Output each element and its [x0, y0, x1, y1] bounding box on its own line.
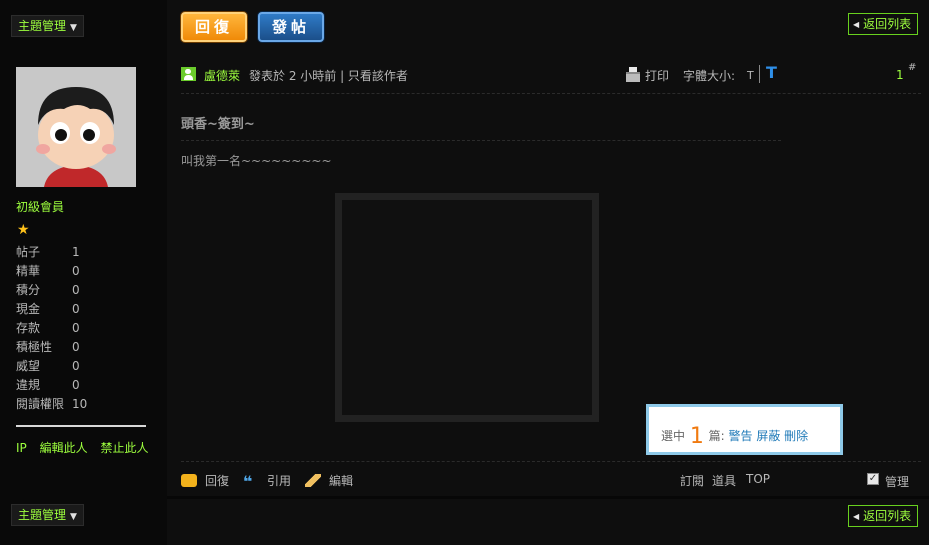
- floor-mark: #: [908, 62, 917, 73]
- star-icon: ★: [17, 222, 30, 238]
- new-post-button[interactable]: 發帖: [258, 12, 324, 42]
- back-to-list-label: 返回列表: [863, 17, 912, 31]
- selection-prefix: 選中: [661, 429, 686, 443]
- avatar-cartoon-icon: [16, 67, 136, 187]
- stat-value: 10: [72, 397, 88, 411]
- stat-value: 1: [72, 245, 80, 259]
- ip-link[interactable]: IP: [16, 441, 27, 455]
- stat-row: 存款 0: [16, 319, 146, 338]
- font-size-label: 字體大小:: [683, 69, 736, 83]
- edit-button[interactable]: 編輯: [305, 472, 353, 489]
- quote-button[interactable]: ❝ 引用: [243, 472, 292, 491]
- edit-label: 編輯: [329, 474, 354, 488]
- divider: [181, 140, 781, 141]
- post-body: 叫我第一名~~~~~~~~~: [181, 154, 332, 168]
- stat-label: 威望: [16, 359, 41, 373]
- edit-user-link[interactable]: 編輯此人: [40, 441, 88, 455]
- stat-label: 積分: [16, 283, 41, 297]
- user-icon: [181, 67, 196, 81]
- user-rank[interactable]: 初級會員: [16, 198, 64, 215]
- stat-label: 精華: [16, 264, 41, 278]
- font-large-button[interactable]: T: [766, 63, 777, 82]
- floor-number[interactable]: 1: [896, 68, 904, 82]
- stat-row: 違規 0: [16, 376, 146, 395]
- topic-manage-label: 主題管理: [18, 508, 67, 522]
- selection-panel: 選中 1 篇: 警告 屏蔽 刪除: [646, 404, 843, 455]
- subscribe-link[interactable]: 訂閱: [680, 472, 704, 489]
- topic-manage-button[interactable]: 主題管理 ▼: [11, 15, 84, 37]
- user-stats: 帖子 1 精華 0 積分 0 現金 0 存款 0 積極性 0 威望 0 違規 0 閱讀權限 10: [16, 243, 146, 414]
- font-small-button[interactable]: T: [747, 69, 754, 82]
- manage-label: 管理: [885, 475, 910, 489]
- stat-row: 積極性 0: [16, 338, 146, 357]
- ban-user-link[interactable]: 禁止此人: [100, 441, 148, 455]
- avatar[interactable]: [16, 67, 136, 187]
- back-to-list-button-bottom[interactable]: ◀ 返回列表: [848, 505, 919, 527]
- stat-value: 0: [72, 283, 80, 297]
- arrow-left-icon: ◀: [853, 512, 860, 521]
- stat-label: 違規: [16, 378, 41, 392]
- printer-icon[interactable]: [626, 67, 640, 82]
- stat-value: 0: [72, 340, 80, 354]
- arrow-left-icon: ◀: [853, 20, 860, 29]
- pencil-icon: [305, 474, 321, 487]
- stat-row: 積分 0: [16, 281, 146, 300]
- stat-row: 帖子 1: [16, 243, 146, 262]
- manage-checkbox[interactable]: ✓: [867, 473, 879, 485]
- reply-button[interactable]: 回復: [181, 12, 247, 42]
- divider: [759, 65, 760, 83]
- back-to-list-button[interactable]: ◀ 返回列表: [848, 13, 919, 35]
- post-header: 盧德萊 發表於 2 小時前 | 只看該作者 打印 字體大小: T T 1 #: [181, 62, 921, 85]
- stat-value: 0: [72, 302, 80, 316]
- topic-manage-label: 主題管理: [18, 19, 67, 33]
- selection-count: 1: [689, 424, 704, 449]
- bottom-toolbar: [167, 499, 929, 545]
- reply-bubble-icon: [181, 474, 197, 487]
- selection-suffix: 篇:: [708, 429, 725, 443]
- stat-row: 閱讀權限 10: [16, 395, 146, 414]
- topic-manage-button-bottom[interactable]: 主題管理 ▼: [11, 504, 84, 526]
- post-footer: 回復 ❝ 引用 編輯 訂閱 道具 TOP ✓ 管理: [181, 471, 921, 491]
- stat-row: 現金 0: [16, 300, 146, 319]
- quote-label: 引用: [267, 474, 292, 488]
- divider: [16, 425, 146, 427]
- footer-reply-button[interactable]: 回復: [181, 472, 229, 489]
- divider: [181, 93, 921, 94]
- post-meta: 發表於 2 小時前 | 只看該作者: [249, 69, 408, 83]
- stat-value: 0: [72, 321, 80, 335]
- stat-label: 閱讀權限: [16, 397, 65, 411]
- post-title: 頭香~簽到~: [181, 117, 255, 132]
- footer-reply-label: 回復: [205, 474, 230, 488]
- back-to-list-label: 返回列表: [863, 509, 912, 523]
- stat-value: 0: [72, 264, 80, 278]
- stat-label: 存款: [16, 321, 41, 335]
- author-link[interactable]: 盧德萊: [204, 67, 240, 84]
- stat-value: 0: [72, 359, 80, 373]
- stat-label: 積極性: [16, 340, 53, 354]
- stat-row: 威望 0: [16, 357, 146, 376]
- caret-down-icon: ▼: [70, 512, 77, 522]
- print-link[interactable]: 打印: [645, 67, 669, 84]
- post-image[interactable]: [335, 193, 599, 422]
- user-actions: IP 編輯此人 禁止此人: [16, 439, 157, 456]
- stat-row: 精華 0: [16, 262, 146, 281]
- stat-label: 帖子: [16, 245, 41, 259]
- props-link[interactable]: 道具: [712, 472, 736, 489]
- stat-label: 現金: [16, 302, 41, 316]
- quote-icon: ❝: [243, 472, 253, 491]
- caret-down-icon: ▼: [70, 23, 77, 33]
- moderation-tools[interactable]: 警告 屏蔽 刪除: [729, 429, 809, 443]
- divider: [181, 461, 921, 462]
- top-link[interactable]: TOP: [746, 472, 770, 486]
- stat-value: 0: [72, 378, 80, 392]
